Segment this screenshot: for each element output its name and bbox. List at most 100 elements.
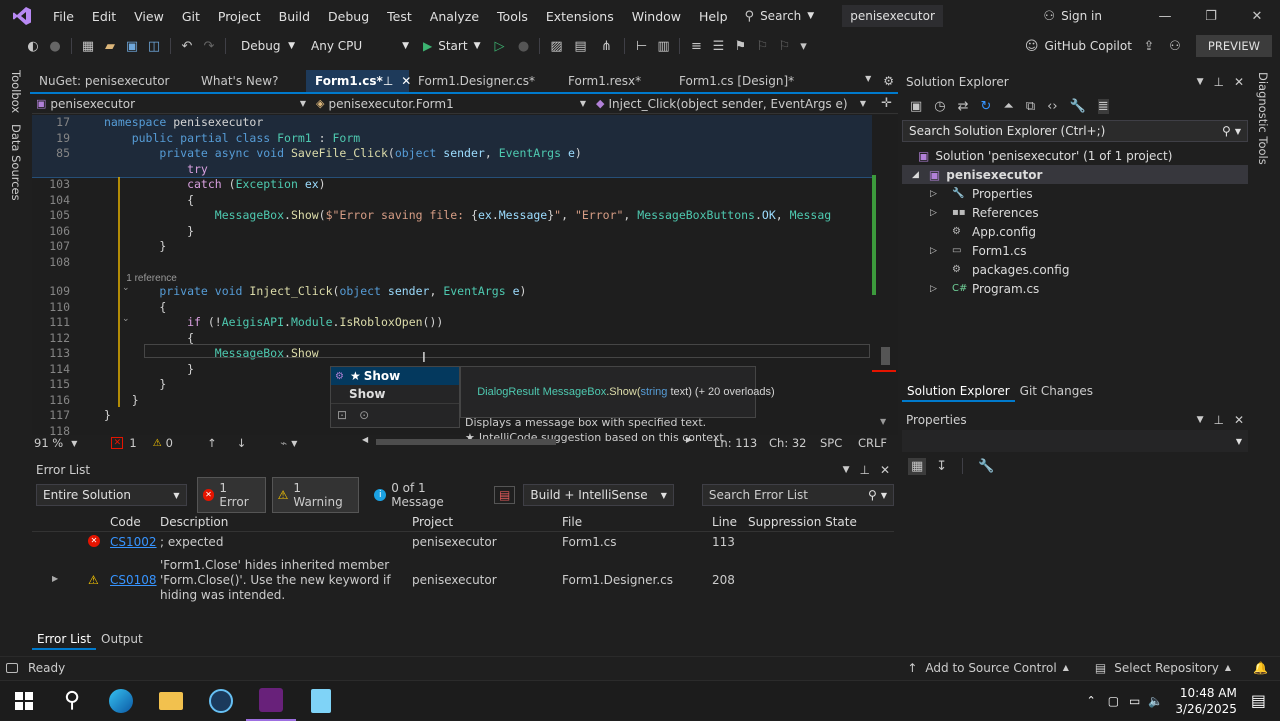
undo-icon[interactable]: ↶ (176, 39, 198, 54)
bookmark-icon[interactable]: ⚑ (729, 39, 751, 54)
network-icon[interactable]: ▭ (1129, 694, 1140, 708)
notifications-icon[interactable]: 🔔 (1253, 661, 1268, 675)
close-panel-icon[interactable]: ✕ (1234, 75, 1244, 89)
back-icon[interactable]: ◐ (22, 39, 44, 54)
tab-output[interactable]: Output (96, 630, 148, 650)
github-copilot-button[interactable]: ☺ GitHub Copilot (1025, 39, 1132, 54)
show-all-files-icon[interactable]: ⧉ (1026, 99, 1035, 114)
intellisense-popup[interactable]: ⚙ ★ Show Show ⊡ ⊙ (330, 366, 460, 428)
scroll-down-icon[interactable]: ▼ (880, 417, 886, 426)
menu-item-test[interactable]: Test (378, 9, 421, 24)
build-filter-dropdown[interactable]: Build + IntelliSense ▼ (523, 484, 674, 506)
select-repository-button[interactable]: ▤ Select Repository ▲ (1095, 661, 1231, 675)
panel-menu-icon[interactable]: ▼ (1197, 77, 1204, 87)
redo-icon[interactable]: ↷ (198, 39, 220, 54)
chevron-down-icon[interactable]: ▼ (291, 439, 297, 448)
align-icon[interactable]: ⊢ (630, 39, 652, 54)
menu-item-debug[interactable]: Debug (319, 9, 378, 24)
table-row[interactable]: ▶ ⚠ CS0108 'Form1.Close' hides inherited me… (32, 556, 894, 604)
column-header[interactable]: Project (412, 515, 453, 529)
menu-item-extensions[interactable]: Extensions (537, 9, 623, 24)
tree-item[interactable]: ▷ ▭ Form1.cs (902, 241, 1248, 260)
tree-item[interactable]: ⚙ packages.config (902, 260, 1248, 279)
chevron-down-icon[interactable]: ▼ (71, 439, 77, 448)
configuration-dropdown[interactable]: Debug ▼ (235, 35, 301, 57)
member-nav-dropdown[interactable]: ◆ Inject_Click(object sender, EventArgs e… (592, 97, 870, 111)
new-project-icon[interactable]: ▦ (77, 39, 99, 54)
tab-git-changes[interactable]: Git Changes (1015, 382, 1098, 402)
share-icon[interactable]: ⇪ (1136, 39, 1162, 54)
column-header[interactable]: Line (712, 515, 737, 529)
next-issue-icon[interactable]: ↓ (237, 436, 247, 450)
warnings-filter-button[interactable]: ⚠ 1 Warning (271, 477, 360, 513)
tree-item[interactable]: ▷ ▪▪ References (902, 203, 1248, 222)
open-folder-icon[interactable]: ▰ (99, 39, 121, 54)
column-header[interactable]: Code (110, 515, 141, 529)
menu-item-analyze[interactable]: Analyze (421, 9, 488, 24)
expand-row-icon[interactable]: ▶ (52, 574, 58, 583)
error-code[interactable]: CS1002 (110, 535, 157, 549)
document-tab[interactable]: NuGet: penisexecutor (30, 70, 192, 92)
gear-icon[interactable]: ⚙ (883, 74, 894, 88)
document-tab[interactable]: What's New? (192, 70, 306, 92)
preview-selected-icon[interactable]: ≣ (1097, 98, 1109, 114)
line-indicator[interactable]: Ln: 113 (714, 436, 757, 450)
steam-icon[interactable] (196, 688, 246, 713)
menu-item-git[interactable]: Git (173, 9, 209, 24)
column-header[interactable]: File (562, 515, 582, 529)
line-ending-indicator[interactable]: CRLF (858, 436, 887, 450)
collapse-icon[interactable]: ⌄ (122, 314, 130, 324)
indent-icon[interactable]: ≡ (685, 39, 707, 54)
switch-views-icon[interactable]: ▣ (910, 99, 922, 114)
collapsed-arrow-icon[interactable]: ▷ (930, 189, 952, 199)
expanded-arrow-icon[interactable]: ◢ (912, 170, 919, 180)
panel-menu-icon[interactable]: ▼ (1197, 415, 1204, 425)
pin-tab-icon[interactable]: ⊥ (383, 74, 393, 88)
add-to-source-control-button[interactable]: ↑ Add to Source Control ▲ (907, 661, 1069, 675)
preview-badge[interactable]: PREVIEW (1195, 35, 1272, 57)
outdent-icon[interactable]: ☰ (707, 39, 729, 54)
tray-overflow-icon[interactable]: ⌃ (1086, 694, 1095, 707)
toolbox-tab[interactable]: Toolbox (9, 70, 23, 113)
pin-icon[interactable]: ⊥ (859, 463, 869, 477)
tray-app-icon[interactable]: ▢ (1108, 694, 1119, 708)
sync-icon[interactable]: ⇄ (958, 99, 969, 114)
tree-item[interactable]: ▷ C# Program.cs (902, 279, 1248, 298)
notification-center-icon[interactable]: ▤ (1251, 691, 1266, 710)
collapse-icon[interactable]: ⌄ (122, 283, 130, 293)
code-view-icon[interactable]: ‹› (1047, 99, 1057, 114)
tab-error-list[interactable]: Error List (32, 630, 97, 650)
collapsed-arrow-icon[interactable]: ▷ (930, 246, 952, 256)
search-box[interactable]: ⚲ Search ▼ (745, 9, 815, 24)
completion-item[interactable]: Show (331, 385, 459, 403)
menu-item-build[interactable]: Build (270, 9, 319, 24)
overflow-icon[interactable]: ▾ (795, 39, 811, 54)
table-row[interactable]: ✕ CS1002; expected penisexecutor Form1.cs 11… (32, 532, 894, 554)
visual-studio-taskbar-icon[interactable] (246, 681, 296, 721)
clock[interactable]: 10:48 AM 3/26/2025 (1175, 685, 1237, 717)
pin-icon[interactable]: ⊥ (1213, 75, 1223, 89)
property-pages-icon[interactable]: 🔧 (978, 459, 994, 474)
chevron-down-icon[interactable]: ▼ (865, 74, 871, 88)
warning-count[interactable]: ⚠ 0 (153, 436, 173, 450)
bookmark-prev-icon[interactable]: ⚐ (751, 39, 773, 54)
layout-icon[interactable]: ▤ (567, 39, 593, 54)
whitespace-indicator[interactable]: SPC (820, 436, 842, 450)
cleanup-icon[interactable]: ⌁ (280, 436, 287, 450)
messages-filter-button[interactable]: i 0 of 1 Message (369, 478, 486, 512)
edge-browser-icon[interactable] (96, 688, 146, 713)
properties-object-dropdown[interactable]: ▼ (902, 430, 1248, 452)
properties-wrench-icon[interactable]: 🔧 (1070, 99, 1086, 114)
save-all-icon[interactable]: ◫ (143, 39, 165, 54)
project-nav-dropdown[interactable]: ▣ penisexecutor ▼ (32, 97, 312, 111)
browse-icon[interactable]: ▨ (545, 39, 567, 54)
filter-icon[interactable]: ⊡ (337, 408, 347, 422)
history-icon[interactable]: ◷ (934, 99, 945, 114)
data-sources-tab[interactable]: Data Sources (9, 124, 23, 201)
horizontal-scroll-thumb[interactable] (376, 439, 556, 445)
menu-item-tools[interactable]: Tools (488, 9, 537, 24)
scope-dropdown[interactable]: Entire Solution ▼ (36, 484, 187, 506)
collapsed-arrow-icon[interactable]: ▷ (930, 208, 952, 218)
scroll-thumb[interactable] (881, 347, 890, 365)
menu-item-help[interactable]: Help (690, 9, 737, 24)
